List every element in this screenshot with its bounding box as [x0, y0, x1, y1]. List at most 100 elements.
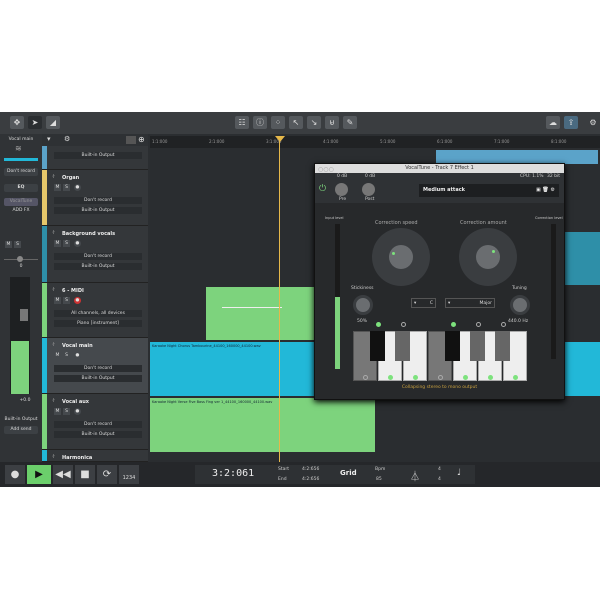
note-toggle[interactable] — [513, 375, 518, 380]
track-field[interactable]: Don't record — [54, 421, 142, 428]
note-toggle[interactable] — [488, 375, 493, 380]
track-field[interactable]: Built-in Output — [54, 375, 142, 382]
track-field[interactable]: Built-in Output — [54, 152, 142, 159]
pre-knob[interactable] — [335, 183, 348, 196]
tuning-knob[interactable] — [510, 295, 530, 315]
solo-button[interactable]: S — [63, 352, 70, 359]
black-key[interactable] — [470, 331, 485, 361]
count-in-button[interactable]: 1234 — [119, 465, 139, 484]
track-field[interactable]: Don't record — [54, 365, 142, 372]
correction-amount-dial[interactable] — [459, 228, 517, 286]
solo-button[interactable]: S — [63, 408, 70, 415]
share-icon[interactable]: ⇪ — [564, 116, 578, 129]
mute-button[interactable]: M — [5, 241, 12, 248]
bpm-value[interactable]: 85 — [376, 477, 382, 482]
note-toggle[interactable] — [376, 322, 381, 327]
solo-button[interactable]: S — [63, 240, 70, 247]
metronome-icon[interactable]: ⏃ — [410, 468, 420, 483]
pen-icon[interactable]: ✎ — [343, 116, 357, 129]
note-toggle[interactable] — [451, 322, 456, 327]
info-icon[interactable]: ⓘ — [253, 116, 267, 129]
timeline-ruler[interactable]: 1:1:000 2:1:000 3:1:000 4:1:000 5:1:000 6:1:0… — [150, 136, 600, 148]
gear-icon[interactable]: ⚙ — [64, 135, 70, 143]
scale-dropdown[interactable]: ▾ Major — [445, 298, 495, 308]
move-icon[interactable]: ✥ — [10, 116, 24, 129]
tuner-icon[interactable]: ♩ — [457, 468, 461, 478]
note-toggle[interactable] — [438, 375, 443, 380]
view-icon[interactable] — [126, 136, 136, 144]
track-field[interactable]: Built-in Output — [54, 431, 142, 438]
stop-button[interactable]: ■ — [75, 465, 95, 484]
fx-slot[interactable]: VocalTune — [4, 198, 38, 206]
add-track-icon[interactable]: ⊕ — [138, 135, 145, 144]
track-name[interactable]: Vocal aux — [62, 399, 89, 405]
arm-button[interactable]: ● — [74, 352, 81, 359]
note-toggle[interactable] — [363, 375, 368, 380]
clip-vocal-main-2[interactable] — [565, 342, 600, 396]
tool2-icon[interactable]: ↘ — [307, 116, 321, 129]
output-select[interactable]: Built-in Output — [0, 417, 42, 422]
rewind-button[interactable]: ◀◀ — [53, 465, 73, 484]
key-dropdown[interactable]: ▾ C — [411, 298, 436, 308]
track-field[interactable]: Piano [instrument] — [54, 320, 142, 327]
midi-clip[interactable] — [206, 287, 316, 340]
black-key[interactable] — [395, 331, 410, 361]
record-mode[interactable]: Don't record — [4, 168, 38, 176]
volume-fader[interactable] — [20, 309, 28, 321]
eq-button[interactable]: EQ — [4, 184, 38, 192]
stickiness-knob[interactable] — [353, 295, 373, 315]
note-toggle[interactable] — [463, 375, 468, 380]
note-toggle[interactable] — [413, 375, 418, 380]
snap-icon[interactable]: ⁘ — [271, 116, 285, 129]
track-header[interactable]: ⫩ 6 - MIDI M S ● All channels, all devices Pia… — [42, 283, 148, 338]
solo-button[interactable]: S — [63, 297, 70, 304]
mute-button[interactable]: M — [54, 240, 61, 247]
loop-button[interactable]: ⟳ — [97, 465, 117, 484]
mute-button[interactable]: M — [54, 297, 61, 304]
solo-button[interactable]: S — [63, 184, 70, 191]
pan-knob[interactable] — [17, 256, 23, 262]
track-name[interactable]: 6 - MIDI — [62, 288, 84, 294]
cloud-icon[interactable]: ☁ — [546, 116, 560, 129]
clip-top[interactable] — [436, 150, 598, 164]
correction-speed-dial[interactable] — [372, 228, 430, 286]
track-field[interactable]: Don't record — [54, 253, 142, 260]
add-fx-button[interactable]: ADD FX — [4, 208, 38, 213]
solo-button[interactable]: S — [14, 241, 21, 248]
tool1-icon[interactable]: ↖ — [289, 116, 303, 129]
track-header[interactable]: ⫩ Vocal aux M S ● Don't record Built-in Output — [42, 394, 148, 450]
plugin-titlebar[interactable]: ○○○ VocalTune - Track 7 Effect 1 — [315, 164, 564, 173]
time-signature-bottom[interactable]: 4 — [438, 477, 441, 482]
settings-icon[interactable]: ⚙ — [586, 116, 600, 129]
track-field[interactable]: Don't record — [54, 197, 142, 204]
track-field[interactable]: Built-in Output — [54, 263, 142, 270]
track-header[interactable]: Built-in Output — [42, 146, 148, 170]
start-value[interactable]: 4:2:656 — [302, 467, 319, 472]
track-name[interactable]: Background vocals — [62, 231, 115, 237]
track-header[interactable]: ⫩ Background vocals M S ● Don't record Built-i… — [42, 226, 148, 283]
note-toggle[interactable] — [388, 375, 393, 380]
arm-button[interactable]: ● — [74, 240, 81, 247]
mute-button[interactable]: M — [54, 408, 61, 415]
track-header[interactable]: ⫩ Organ M S ● Don't record Built-in Output — [42, 170, 148, 226]
note-toggle[interactable] — [476, 322, 481, 327]
end-value[interactable]: 4:2:656 — [302, 477, 319, 482]
track-field[interactable]: All channels, all devices — [54, 310, 142, 317]
black-key[interactable] — [370, 331, 385, 361]
note-toggle[interactable] — [501, 322, 506, 327]
piano-keyboard[interactable] — [353, 331, 527, 381]
time-signature-top[interactable]: 4 — [438, 467, 441, 472]
record-button[interactable]: ● — [5, 465, 25, 484]
tool3-icon[interactable]: ⊌ — [325, 116, 339, 129]
track-field[interactable]: Built-in Output — [54, 207, 142, 214]
arm-button[interactable]: ● — [74, 297, 81, 304]
preset-selector[interactable]: Medium attack ▣ 🗑 ⚙ — [419, 184, 559, 197]
playhead-marker-icon[interactable] — [275, 136, 285, 142]
mute-button[interactable]: M — [54, 184, 61, 191]
add-send-button[interactable]: Add send — [4, 426, 38, 434]
black-key[interactable] — [445, 331, 460, 361]
track-name[interactable]: Harmonica — [62, 455, 92, 461]
clip-vocal-aux[interactable]: Karaoke Night Verse Five Bass Fing ver 1… — [150, 398, 375, 452]
automation-icon[interactable]: ◢ — [46, 116, 60, 129]
clip-background-vocals[interactable] — [565, 232, 600, 285]
